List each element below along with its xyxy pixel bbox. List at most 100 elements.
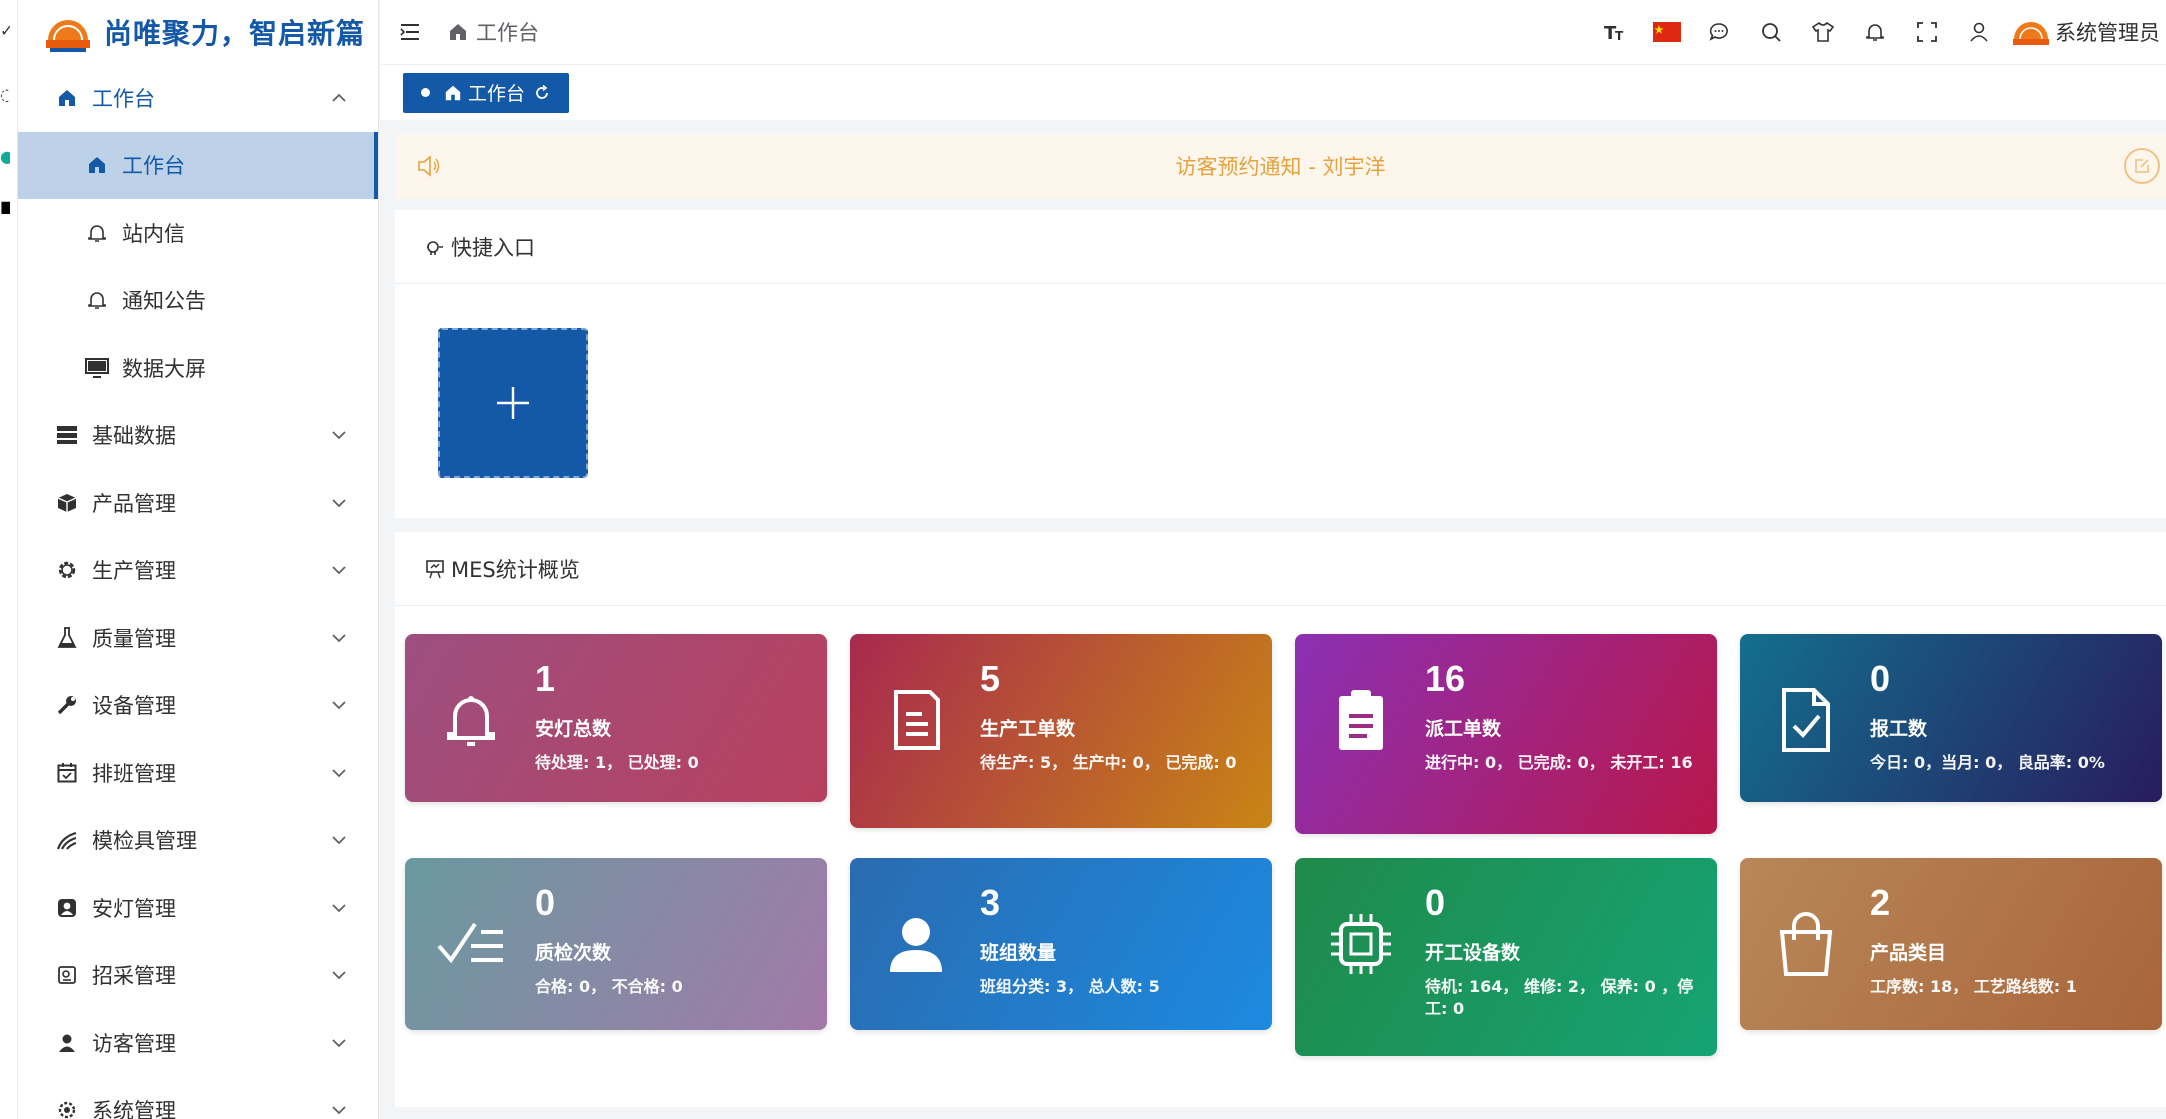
- sidebar-group-workbench[interactable]: 工作台: [18, 64, 378, 132]
- stat-detail: 待生产: 5， 生产中: 0， 已完成: 0: [980, 753, 1237, 772]
- chevron-down-icon: [332, 431, 346, 440]
- procure-icon: [54, 962, 80, 988]
- stat-card-bell[interactable]: 1 安灯总数 待处理: 1， 已处理: 0: [405, 634, 827, 802]
- sidebar-group-production[interactable]: 生产管理: [18, 537, 378, 605]
- sidebar-group-label: 生产管理: [92, 559, 176, 584]
- sidebar-group-visitor[interactable]: 访客管理: [18, 1009, 378, 1077]
- stat-card-user[interactable]: 3 班组数量 班组分类: 3， 总人数: 5: [850, 858, 1272, 1030]
- sidebar-group-basic-data[interactable]: 基础数据: [18, 402, 378, 470]
- user-icon: [882, 910, 950, 978]
- stat-value: 2: [1870, 882, 1891, 923]
- edge-glyph: ✓: [0, 21, 10, 40]
- stat-card-document[interactable]: 5 生产工单数待生产: 5， 生产中: 0， 已完成: 0: [850, 634, 1272, 828]
- bell-icon: [84, 220, 110, 246]
- sidebar-item-inbox[interactable]: 站内信: [18, 199, 378, 267]
- sidebar-item-notice[interactable]: 通知公告: [18, 267, 378, 335]
- document-icon: [882, 686, 950, 754]
- calendar-icon: [54, 760, 80, 786]
- mes-stats-panel: MES统计概览 1 安灯总数 待处理: 1， 已处理: 0 5 生产工单数待生产: 5，…: [395, 532, 2166, 1107]
- sidebar-item-workbench[interactable]: 工作台: [18, 131, 378, 199]
- stat-card-file-check[interactable]: 0 报工数 今日: 0，当月: 0， 良品率: 0%: [1740, 634, 2162, 802]
- notification-bell-icon[interactable]: [1849, 0, 1901, 64]
- chevron-down-icon: [332, 1039, 346, 1048]
- window-edge-strip: ✓ ◌ ● ■: [0, 0, 18, 1119]
- sidebar-group-equipment[interactable]: 设备管理: [18, 672, 378, 740]
- sidebar-item-label: 数据大屏: [122, 356, 206, 381]
- svg-text:T: T: [1615, 29, 1624, 43]
- quick-entry-panel: 快捷入口: [395, 210, 2166, 518]
- china-flag-icon[interactable]: [1641, 0, 1693, 64]
- user-menu[interactable]: 系统管理员: [2011, 15, 2166, 49]
- sidebar: 尚唯聚力，智启新篇 工作台 工作台 站内信 通知公告 数据大屏 基础数据 产品管…: [18, 0, 379, 1119]
- sidebar-group-scheduling[interactable]: 排班管理: [18, 739, 378, 807]
- breadcrumb-current: 工作台: [476, 21, 539, 45]
- refresh-icon[interactable]: [533, 84, 551, 102]
- chat-icon[interactable]: [1693, 0, 1745, 64]
- stat-label: 开工设备数: [1425, 942, 1521, 964]
- stat-detail: 班组分类: 3， 总人数: 5: [980, 977, 1160, 996]
- edit-icon[interactable]: [2124, 148, 2160, 184]
- stat-detail: 今日: 0，当月: 0， 良品率: 0%: [1870, 753, 2105, 772]
- sidebar-group-product[interactable]: 产品管理: [18, 469, 378, 537]
- active-dot: [421, 88, 430, 97]
- sidebar-group-andon[interactable]: 安灯管理: [18, 874, 378, 942]
- sidebar-group-label: 招采管理: [92, 964, 176, 989]
- menu-toggle-icon[interactable]: [400, 23, 420, 41]
- sidebar-item-label: 通知公告: [122, 289, 206, 314]
- fullscreen-icon[interactable]: [1901, 0, 1953, 64]
- tags-bar: 工作台: [380, 64, 2166, 120]
- sidebar-group-system[interactable]: 系统管理: [18, 1077, 378, 1119]
- flask-icon: [54, 625, 80, 651]
- sidebar-item-data-screen[interactable]: 数据大屏: [18, 334, 378, 402]
- stat-detail: 合格: 0， 不合格: 0: [535, 977, 683, 996]
- stat-card-chip[interactable]: 0 开工设备数 待机: 164， 维修: 2， 保养: 0 ，停工: 0: [1295, 858, 1717, 1056]
- user-icon: [54, 1030, 80, 1056]
- stat-label: 班组数量: [980, 942, 1057, 964]
- brand[interactable]: 尚唯聚力，智启新篇: [18, 0, 378, 64]
- font-size-icon[interactable]: TT: [1589, 0, 1641, 64]
- chevron-up-icon: [332, 93, 346, 102]
- breadcrumb: 工作台: [448, 17, 539, 47]
- stat-value: 0: [1870, 658, 1891, 699]
- tag-workbench[interactable]: 工作台: [403, 72, 570, 113]
- sidebar-group-label: 访客管理: [92, 1031, 176, 1056]
- notice-text: 访客预约通知 - 刘宇洋: [1175, 155, 1386, 179]
- stat-card-check-list[interactable]: 0 质检次数 合格: 0， 不合格: 0: [405, 858, 827, 1030]
- edge-glyph: ■: [0, 197, 10, 216]
- stat-label: 产品类目: [1870, 942, 1947, 964]
- sidebar-group-mold-inspection[interactable]: 模检具管理: [18, 807, 378, 875]
- bell-icon: [84, 287, 110, 313]
- clipboard-icon: [1327, 686, 1395, 754]
- cube-icon: [54, 490, 80, 516]
- main-area: 工作台 TT 系统管理员 工作台 访客预约通知 - 刘宇洋 快捷入口 MES统计…: [380, 0, 2166, 1119]
- database-icon: [54, 422, 80, 448]
- stat-label: 生产工单数: [980, 718, 1076, 740]
- stat-value: 5: [980, 658, 1001, 699]
- plus-icon: [497, 387, 529, 419]
- panel-header: 快捷入口: [395, 210, 2166, 284]
- sidebar-group-procurement[interactable]: 招采管理: [18, 942, 378, 1010]
- settings-icon: [54, 1097, 80, 1119]
- bag-icon: [1772, 910, 1840, 978]
- panel-title: MES统计概览: [451, 557, 580, 582]
- notice-bar[interactable]: 访客预约通知 - 刘宇洋: [395, 134, 2166, 198]
- stat-detail: 进行中: 0， 已完成: 0， 未开工: 16: [1425, 753, 1693, 772]
- tool-icon: [54, 827, 80, 853]
- home-icon: [54, 85, 80, 111]
- search-icon[interactable]: [1745, 0, 1797, 64]
- andon-icon: [54, 895, 80, 921]
- stat-card-clipboard[interactable]: 16 派工单数 进行中: 0， 已完成: 0， 未开工: 16: [1295, 634, 1717, 834]
- tag-label: 工作台: [468, 83, 526, 105]
- sidebar-group-label: 系统管理: [92, 1099, 176, 1119]
- sidebar-group-quality[interactable]: 质量管理: [18, 604, 378, 672]
- chevron-down-icon: [332, 971, 346, 980]
- user-profile-icon[interactable]: [1953, 0, 2005, 64]
- check-list-icon: [437, 910, 505, 978]
- theme-shirt-icon[interactable]: [1797, 0, 1849, 64]
- home-icon: [450, 24, 466, 40]
- stat-card-bag[interactable]: 2 产品类目 工序数: 18， 工艺路线数: 1: [1740, 858, 2162, 1030]
- stat-value: 0: [535, 882, 556, 923]
- chip-icon: [1327, 910, 1395, 978]
- add-quick-entry-button[interactable]: [438, 328, 588, 478]
- brand-title: 尚唯聚力，智启新篇: [104, 17, 366, 50]
